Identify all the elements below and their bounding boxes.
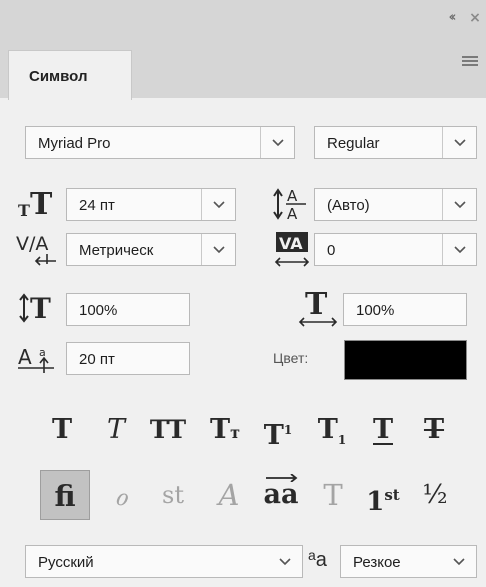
- fractions-button[interactable]: ½: [410, 470, 460, 520]
- leading-select[interactable]: (Авто): [314, 188, 477, 221]
- svg-text:T: T: [30, 188, 53, 220]
- vertical-scale-value: 100%: [79, 302, 118, 319]
- font-size-value: 24 пт: [79, 197, 115, 214]
- kerning-select[interactable]: Метрическ: [66, 233, 236, 266]
- small-caps-button[interactable]: Tт: [203, 412, 247, 448]
- color-label: Цвет:: [273, 350, 309, 366]
- underline-button[interactable]: T: [361, 412, 405, 448]
- ordinals-button[interactable]: 1st: [358, 470, 408, 520]
- svg-text:A: A: [287, 187, 298, 205]
- font-family-select[interactable]: Myriad Pro: [25, 126, 295, 159]
- font-size-select[interactable]: 24 пт: [66, 188, 236, 221]
- all-caps-button[interactable]: TT: [146, 412, 190, 448]
- tab-row: Символ: [0, 36, 486, 100]
- chevron-down-icon[interactable]: [442, 234, 476, 265]
- antialias-icon: aa: [308, 547, 327, 571]
- tab-character[interactable]: Символ: [8, 50, 132, 100]
- vertical-scale-field[interactable]: 100%: [66, 293, 190, 326]
- chevron-down-icon[interactable]: [268, 546, 302, 577]
- tracking-select[interactable]: 0: [314, 233, 477, 266]
- font-style-value: Regular: [327, 135, 380, 152]
- leading-value: (Авто): [327, 197, 370, 214]
- panel-menu-icon[interactable]: [462, 56, 478, 68]
- superscript-button[interactable]: T1: [256, 412, 300, 451]
- svg-text:V/A: V/A: [16, 233, 48, 255]
- baseline-shift-value: 20 пт: [79, 351, 115, 368]
- svg-text:VA: VA: [279, 234, 303, 253]
- strikethrough-button[interactable]: T: [412, 412, 456, 448]
- svg-text:T: T: [305, 288, 328, 322]
- language-select[interactable]: Русский: [25, 545, 303, 578]
- tab-character-label: Символ: [29, 68, 88, 85]
- tracking-icon: VA: [274, 232, 310, 267]
- font-family-value: Myriad Pro: [38, 135, 111, 152]
- tracking-value: 0: [327, 242, 336, 259]
- font-size-icon: T T: [18, 188, 53, 220]
- close-icon[interactable]: ×: [466, 9, 484, 27]
- collapse-icon[interactable]: ‹‹: [442, 9, 460, 27]
- kerning-value: Метрическ: [79, 242, 154, 259]
- subscript-button[interactable]: T1: [310, 412, 354, 448]
- faux-bold-button[interactable]: T: [40, 412, 84, 448]
- stylistic-alternates-button[interactable]: aa: [256, 470, 306, 520]
- font-style-select[interactable]: Regular: [314, 126, 477, 159]
- svg-text:A: A: [287, 205, 298, 223]
- contextual-alternates-button[interactable]: ℴ: [96, 470, 146, 520]
- faux-italic-button[interactable]: T: [94, 412, 138, 448]
- language-value: Русский: [38, 554, 94, 571]
- svg-text:T: T: [18, 201, 30, 220]
- antialias-value: Резкое: [353, 554, 401, 571]
- baseline-shift-icon: A a: [18, 345, 54, 373]
- vertical-scale-icon: T: [19, 292, 51, 324]
- chevron-down-icon[interactable]: [260, 127, 294, 158]
- swash-button[interactable]: A: [204, 470, 254, 520]
- svg-text:A: A: [18, 345, 32, 369]
- standard-ligatures-button[interactable]: fi: [40, 470, 90, 520]
- horizontal-scale-field[interactable]: 100%: [343, 293, 467, 326]
- leading-icon: A A: [273, 187, 306, 223]
- chevron-down-icon[interactable]: [442, 127, 476, 158]
- discretionary-ligatures-button[interactable]: st: [148, 470, 198, 520]
- svg-text:a: a: [39, 346, 46, 359]
- horizontal-scale-icon: T: [298, 288, 338, 327]
- character-panel: ‹‹ × Символ Myriad Pro Regular T T 24 пт…: [0, 0, 486, 587]
- chevron-down-icon[interactable]: [442, 189, 476, 220]
- antialias-select[interactable]: Резкое: [340, 545, 477, 578]
- color-swatch[interactable]: [344, 340, 467, 380]
- titling-alternates-button[interactable]: T: [308, 470, 358, 520]
- antialias-glyph: a: [315, 549, 327, 571]
- baseline-shift-field[interactable]: 20 пт: [66, 342, 190, 375]
- panel-titlebar: ‹‹ ×: [0, 0, 486, 36]
- chevron-down-icon[interactable]: [201, 189, 235, 220]
- chevron-down-icon[interactable]: [442, 546, 476, 577]
- horizontal-scale-value: 100%: [356, 302, 395, 319]
- svg-text:T: T: [30, 292, 51, 324]
- kerning-icon: V/A: [16, 233, 56, 266]
- chevron-down-icon[interactable]: [201, 234, 235, 265]
